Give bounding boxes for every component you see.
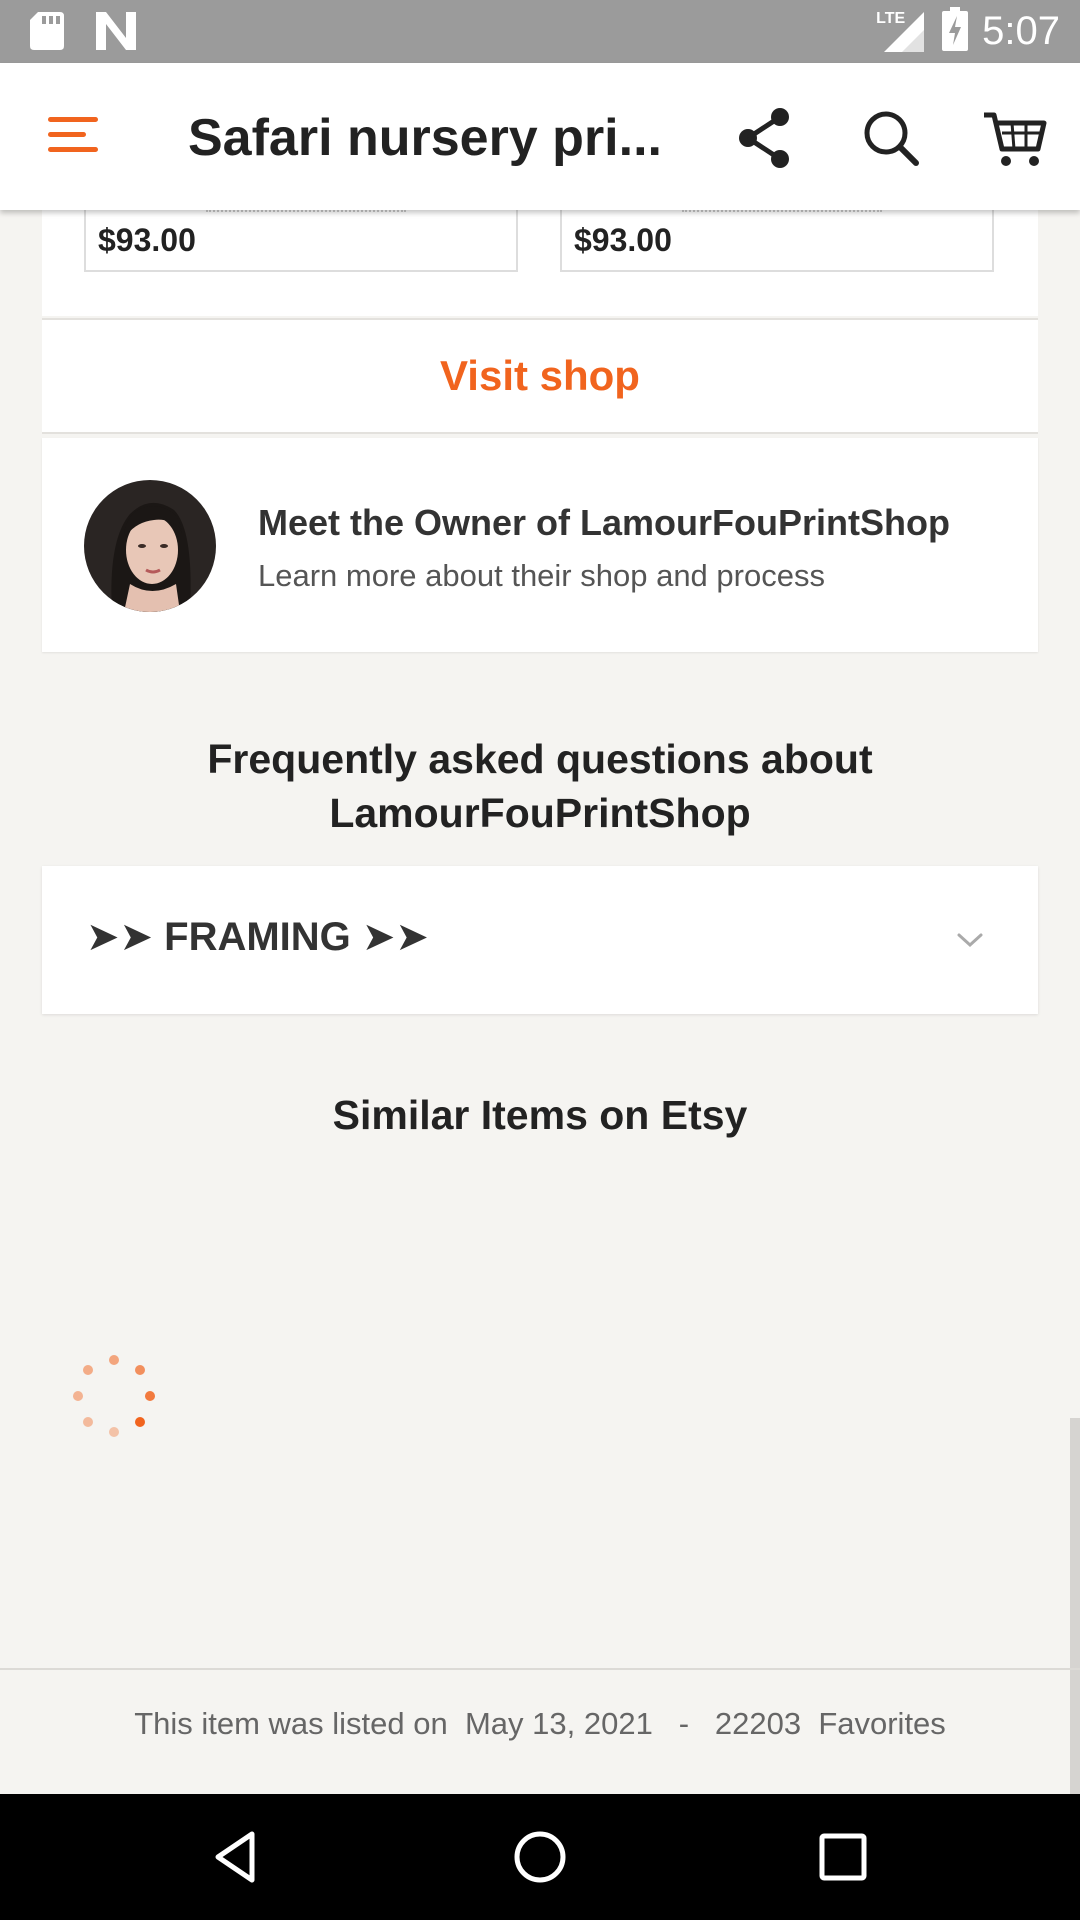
listing-price: $93.00 <box>98 222 196 258</box>
separator: - <box>678 1706 690 1741</box>
listing-card[interactable]: $93.00 <box>560 210 994 272</box>
visit-shop-label: Visit shop <box>440 352 640 399</box>
page-title: Safari nursery pri... <box>188 109 662 167</box>
sd-card-icon <box>30 12 64 55</box>
listing-price: $93.00 <box>574 222 672 258</box>
loading-spinner-icon <box>70 1354 158 1442</box>
menu-icon[interactable] <box>48 113 100 157</box>
battery-charging-icon <box>942 6 969 56</box>
visit-shop-button[interactable]: Visit shop <box>42 318 1038 434</box>
share-icon[interactable] <box>730 103 800 173</box>
avatar <box>84 480 216 612</box>
search-icon[interactable] <box>856 103 926 173</box>
listed-prefix: This item was listed on <box>134 1706 448 1741</box>
similar-items-heading: Similar Items on Etsy <box>332 1092 748 1138</box>
system-nav-bar <box>0 1794 1080 1920</box>
shop-listings: $93.00 $93.00 <box>42 210 1038 316</box>
clock: 5:07 <box>982 8 1060 53</box>
faq-heading: Frequently asked questions about LamourF… <box>207 736 873 836</box>
recents-icon[interactable] <box>810 1824 876 1890</box>
back-icon[interactable] <box>204 1824 270 1890</box>
favorites-count: 22203 <box>714 1706 802 1741</box>
n-notification-icon <box>96 12 136 55</box>
listing-info: This item was listed on May 13, 2021 - 2… <box>0 1706 1080 1742</box>
divider <box>0 1668 1080 1670</box>
product-page: LTE 5:07 Safari nursery pri... $93.00 $9… <box>0 0 1080 1920</box>
favorites-label: Favorites <box>818 1706 946 1741</box>
status-bar: LTE 5:07 <box>0 0 1080 63</box>
listing-card[interactable]: $93.00 <box>84 210 518 272</box>
chevron-down-icon[interactable] <box>954 924 986 956</box>
faq-item[interactable]: ➤➤ FRAMING ➤➤ <box>42 866 1038 1014</box>
owner-subtitle: Learn more about their shop and process <box>258 558 825 593</box>
app-bar: Safari nursery pri... <box>0 63 1080 210</box>
cart-icon[interactable] <box>980 103 1050 173</box>
meet-owner-card[interactable]: Meet the Owner of LamourFouPrintShop Lea… <box>42 438 1038 652</box>
signal-icon: LTE <box>876 6 928 56</box>
listed-date: May 13, 2021 <box>464 1706 653 1741</box>
home-icon[interactable] <box>507 1824 573 1890</box>
faq-item-label: ➤➤ FRAMING ➤➤ <box>86 915 429 959</box>
owner-title: Meet the Owner of LamourFouPrintShop <box>258 502 950 543</box>
